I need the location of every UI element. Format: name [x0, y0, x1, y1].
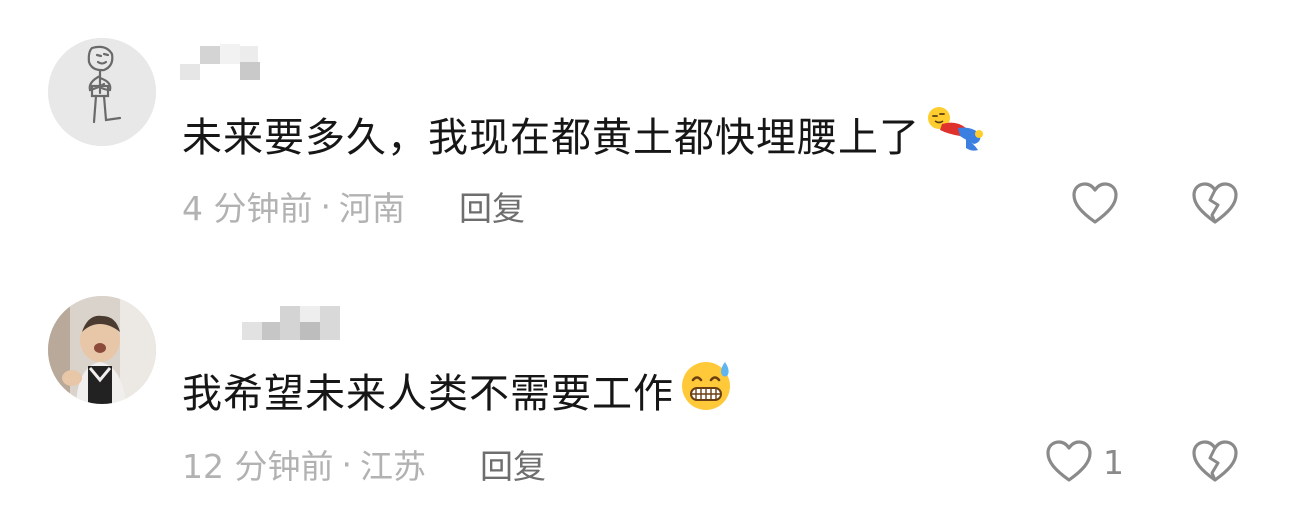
- pixelated-username: [180, 44, 260, 80]
- heart-outline-icon: [1072, 182, 1118, 224]
- timestamp: 12 分钟前: [182, 447, 334, 486]
- separator-dot: ·: [320, 186, 332, 226]
- pixelated-username: [242, 306, 340, 340]
- reply-button[interactable]: 回复: [459, 182, 525, 230]
- separator-dot: ·: [341, 444, 352, 484]
- username-mosaic[interactable]: [180, 42, 262, 82]
- comment-text: 我希望未来人类不需要工作: [182, 362, 734, 418]
- comment-item: 未来要多久，我现在都黄土都快埋腰上了 4 分钟前 · 河南 回复: [0, 0, 1290, 260]
- location: 河南: [339, 189, 405, 228]
- stick-figure-avatar-image: [48, 38, 156, 146]
- comment-text-content: 未来要多久，我现在都黄土都快埋腰上了: [182, 115, 920, 161]
- dislike-button[interactable]: [1191, 440, 1239, 488]
- avatar[interactable]: [48, 38, 156, 146]
- reply-button[interactable]: 回复: [480, 440, 546, 488]
- comment-item: 我希望未来人类不需要工作 12 分钟前 · 江苏 回复 1: [0, 260, 1290, 522]
- lying-doll-icon: [928, 107, 983, 151]
- baby-photo-avatar-image: [48, 296, 156, 404]
- comment-text: 未来要多久，我现在都黄土都快埋腰上了: [182, 106, 984, 162]
- comment-meta: 4 分钟前 · 河南 回复: [182, 186, 525, 229]
- like-count: 1: [1103, 442, 1124, 482]
- username-mosaic[interactable]: [242, 302, 342, 342]
- lying-doll-emoji: [926, 104, 984, 164]
- comment-meta: 12 分钟前 · 江苏 回复: [182, 444, 546, 487]
- timestamp: 4 分钟前: [182, 189, 313, 228]
- like-button[interactable]: [1071, 182, 1129, 226]
- broken-heart-icon: [1192, 440, 1238, 482]
- grinning-sweat-emoji: [680, 358, 734, 422]
- grinning-sweat-icon: [682, 362, 730, 410]
- heart-outline-icon: [1046, 440, 1092, 482]
- avatar[interactable]: [48, 296, 156, 404]
- like-button[interactable]: 1: [1045, 440, 1124, 484]
- broken-heart-icon: [1192, 182, 1238, 224]
- comment-text-content: 我希望未来人类不需要工作: [182, 371, 674, 417]
- dislike-button[interactable]: [1191, 182, 1239, 230]
- location: 江苏: [359, 447, 426, 486]
